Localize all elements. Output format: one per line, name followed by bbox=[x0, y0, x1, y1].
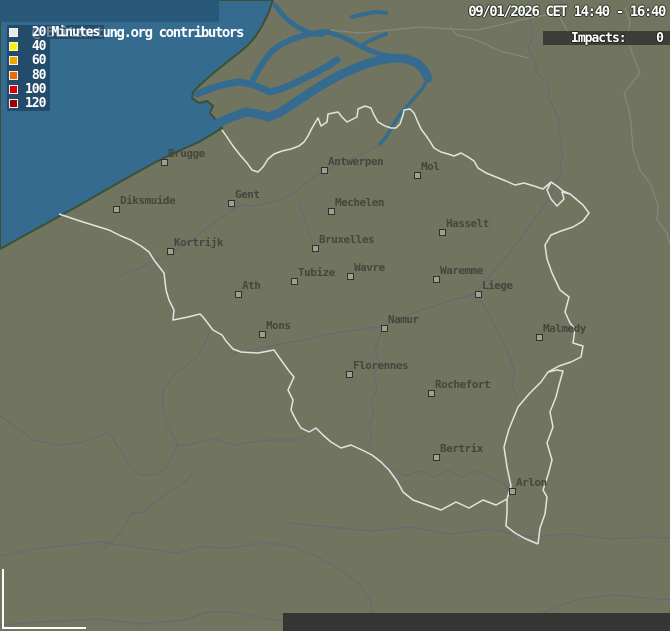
city-marker bbox=[161, 159, 168, 166]
city-marker bbox=[428, 390, 435, 397]
city-label: Bertrix bbox=[440, 443, 483, 455]
city-label: Diksmuide bbox=[120, 195, 175, 207]
city-label: Gent bbox=[235, 189, 260, 201]
city-label: Malmedy bbox=[543, 323, 586, 335]
legend-row: 40 bbox=[7, 39, 50, 53]
lightning-map-app: Brugge Diksmuide Gent Kortrijk Antwerpen Mech… bbox=[0, 0, 670, 631]
scale-bar bbox=[2, 569, 86, 629]
city-label: Wavre bbox=[354, 262, 385, 274]
city-label: Mechelen bbox=[335, 197, 384, 209]
city-marker bbox=[328, 208, 335, 215]
legend-row: 100 bbox=[7, 82, 50, 96]
legend-row: 80 bbox=[7, 68, 50, 82]
city-label: Liege bbox=[482, 280, 513, 292]
city-label: Brugge bbox=[168, 148, 205, 160]
city-label: Antwerpen bbox=[328, 156, 383, 168]
legend-color-swatch bbox=[9, 56, 18, 65]
datetime-label: 09/01/2026 CET 14:40 - 16:40 bbox=[468, 4, 665, 20]
city-marker bbox=[291, 278, 298, 285]
city-marker bbox=[509, 488, 516, 495]
city-marker bbox=[347, 273, 354, 280]
legend-row: 20 Minutes bbox=[7, 25, 104, 39]
legend-minutes-value: 120 bbox=[22, 96, 45, 111]
legend-minutes-value: 40 bbox=[22, 39, 45, 54]
city-marker bbox=[433, 454, 440, 461]
impacts-label: Impacts: bbox=[571, 31, 626, 46]
city-label: Tubize bbox=[298, 267, 335, 279]
legend-minutes-value: 20 bbox=[22, 25, 45, 40]
city-marker bbox=[439, 229, 446, 236]
legend-color-swatch bbox=[9, 28, 18, 37]
legend-minutes-value: 100 bbox=[22, 82, 45, 97]
footer-credit-bar: Generated by www.meteobelgique.be / www.… bbox=[283, 613, 670, 631]
impacts-counter: Impacts: 0 bbox=[543, 31, 670, 45]
city-label: Hasselt bbox=[446, 218, 489, 230]
legend-color-swatch bbox=[9, 99, 18, 108]
city-marker bbox=[321, 167, 328, 174]
legend-row: 120 bbox=[7, 96, 50, 110]
legend-row: 60 bbox=[7, 54, 50, 68]
city-marker bbox=[414, 172, 421, 179]
city-marker bbox=[167, 248, 174, 255]
legend-minutes-value: 60 bbox=[22, 53, 45, 68]
city-label: Arlon bbox=[516, 477, 547, 489]
city-marker bbox=[346, 371, 353, 378]
city-marker bbox=[259, 331, 266, 338]
city-marker bbox=[381, 325, 388, 332]
legend-color-swatch bbox=[9, 71, 18, 80]
legend-color-swatch bbox=[9, 85, 18, 94]
city-label: Kortrijk bbox=[174, 237, 223, 249]
city-label: Rochefort bbox=[435, 379, 490, 391]
city-marker bbox=[228, 200, 235, 207]
age-legend: 20 Minutes 406080100120 bbox=[7, 25, 104, 111]
city-marker bbox=[433, 276, 440, 283]
impacts-value: 0 bbox=[656, 31, 663, 46]
city-label: Mons bbox=[266, 320, 291, 332]
city-marker bbox=[113, 206, 120, 213]
city-label: Ath bbox=[242, 280, 260, 292]
city-marker bbox=[312, 245, 319, 252]
city-label: Mol bbox=[421, 161, 439, 173]
legend-minutes-unit: Minutes bbox=[51, 25, 99, 40]
city-label: Waremme bbox=[440, 265, 483, 277]
legend-color-swatch bbox=[9, 42, 18, 51]
city-marker bbox=[235, 291, 242, 298]
city-label: Bruxelles bbox=[319, 234, 374, 246]
legend-minutes-value: 80 bbox=[22, 68, 45, 83]
attribution-banner: @ Blitzortung.org contributors bbox=[0, 0, 219, 22]
city-label: Florennes bbox=[353, 360, 408, 372]
city-marker bbox=[475, 291, 482, 298]
city-marker bbox=[536, 334, 543, 341]
city-label: Namur bbox=[388, 314, 419, 326]
